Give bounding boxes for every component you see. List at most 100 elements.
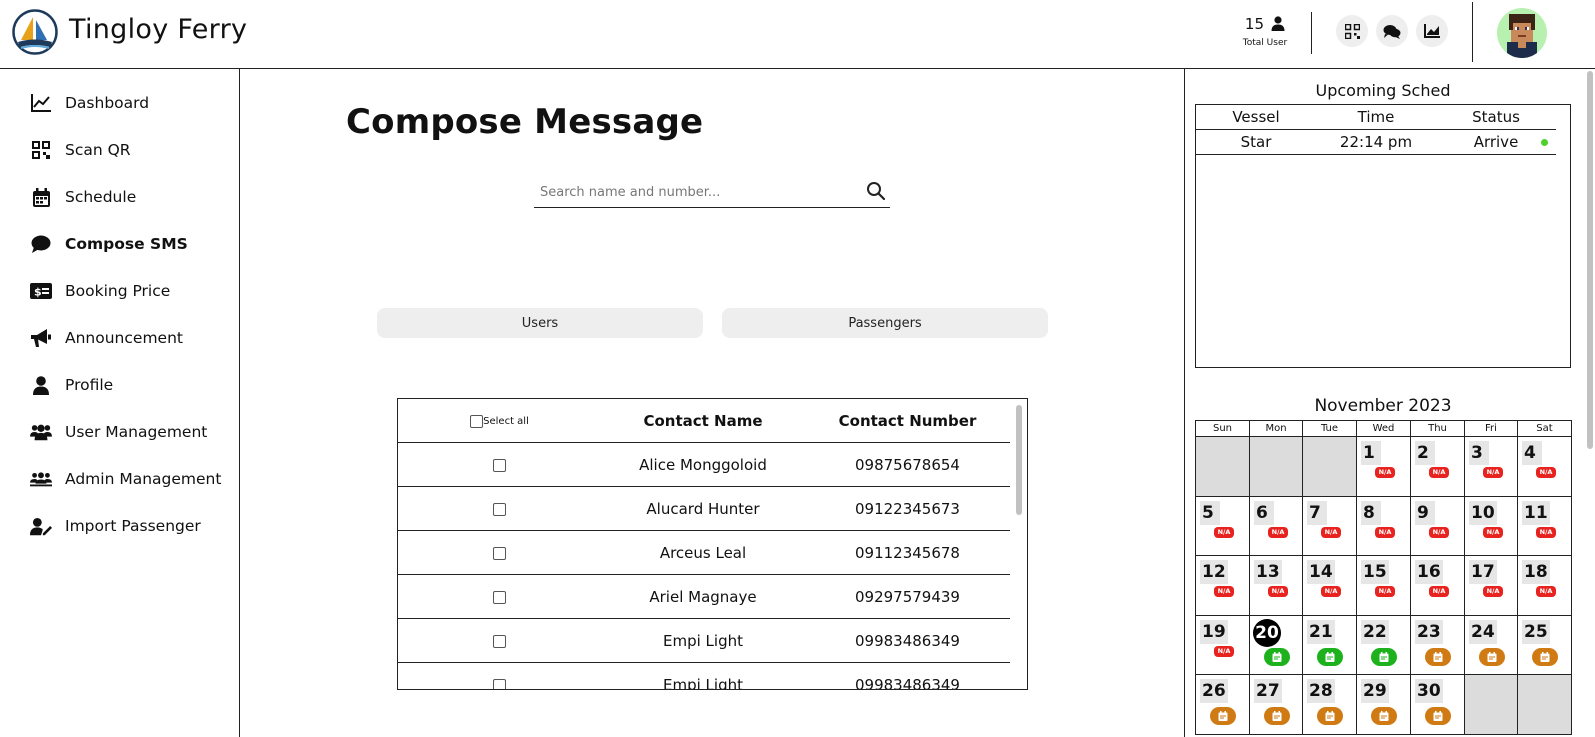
sidebar-item-user-management[interactable]: User Management	[30, 420, 207, 444]
calendar-day[interactable]: 16 N/A	[1410, 555, 1465, 616]
calendar-day[interactable]: 1 N/A	[1356, 436, 1411, 497]
tab-users[interactable]: Users	[377, 308, 703, 338]
calendar-day[interactable]: 6 N/A	[1249, 496, 1303, 557]
users-icon	[30, 421, 52, 443]
calendar-day[interactable]: 23	[1410, 615, 1465, 676]
table-row: Alucard Hunter 09122345673	[398, 487, 1010, 531]
contacts-table: Select all Contact Name Contact Number A…	[397, 398, 1028, 690]
date-number: 3	[1469, 441, 1489, 465]
calendar-day[interactable]: 8 N/A	[1356, 496, 1411, 557]
sidebar-item-dashboard[interactable]: Dashboard	[30, 91, 149, 115]
sidebar-item-label: Scan QR	[65, 141, 131, 159]
calendar-day[interactable]: 10 N/A	[1464, 496, 1518, 557]
calendar-day[interactable]: 17 N/A	[1464, 555, 1518, 616]
sidebar-item-admin-management[interactable]: Admin Management	[30, 467, 221, 491]
sidebar-item-scan-qr[interactable]: Scan QR	[30, 138, 131, 162]
sidebar-item-import-passenger[interactable]: Import Passenger	[30, 514, 201, 538]
date-number: 2	[1415, 441, 1435, 465]
row-checkbox[interactable]	[493, 502, 506, 516]
schedule-calendar-icon	[1479, 648, 1505, 666]
contact-name: Empi Light	[663, 676, 743, 690]
schedule-calendar-icon	[1264, 648, 1290, 666]
sidebar-item-profile[interactable]: Profile	[30, 373, 113, 397]
sidebar-item-announcement[interactable]: Announcement	[30, 326, 183, 350]
calendar-day[interactable]: 24	[1464, 615, 1518, 676]
header-status: Status	[1472, 108, 1520, 126]
select-all-cell: Select all	[398, 399, 601, 443]
row-checkbox[interactable]	[493, 634, 506, 648]
row-checkbox[interactable]	[493, 678, 506, 689]
date-number: 11	[1522, 501, 1550, 525]
schedule-calendar-icon	[1532, 648, 1558, 666]
calendar-day[interactable]: 11 N/A	[1517, 496, 1572, 557]
calendar-day[interactable]: 3 N/A	[1464, 436, 1518, 497]
date-number: 14	[1307, 560, 1335, 584]
vessel-name: Star	[1240, 133, 1272, 151]
table-scrollbar[interactable]	[1016, 405, 1022, 515]
date-number: 6	[1254, 501, 1274, 525]
sidebar-item-compose-sms[interactable]: Compose SMS	[30, 232, 188, 256]
row-checkbox[interactable]	[493, 458, 506, 472]
messages-button[interactable]	[1376, 15, 1408, 47]
date-number: 16	[1415, 560, 1443, 584]
na-badge: N/A	[1268, 586, 1288, 597]
schedule-calendar-icon	[1317, 707, 1343, 725]
sidebar-item-booking-price[interactable]: $ Booking Price	[30, 279, 170, 303]
row-checkbox[interactable]	[493, 590, 506, 604]
total-user-label: Total User	[1242, 38, 1288, 48]
status-indicator-dot	[1541, 139, 1548, 146]
calendar-day[interactable]: 29	[1356, 674, 1411, 735]
row-checkbox[interactable]	[493, 546, 506, 560]
tab-passengers[interactable]: Passengers	[722, 308, 1048, 338]
calendar-title: November 2023	[1314, 396, 1452, 416]
top-header: Tingloy Ferry 15 Total User	[0, 0, 1595, 69]
search-icon[interactable]	[866, 181, 886, 201]
date-number: 22	[1361, 620, 1389, 644]
qr-button[interactable]	[1336, 15, 1368, 47]
calendar-day[interactable]: 9 N/A	[1410, 496, 1465, 557]
calendar-day[interactable]: 13 N/A	[1249, 555, 1303, 616]
reports-button[interactable]	[1416, 15, 1448, 47]
calendar-day[interactable]: 21	[1302, 615, 1357, 676]
calendar-day[interactable]: 5 N/A	[1195, 496, 1250, 557]
date-number: 18	[1522, 560, 1550, 584]
calendar-day[interactable]: 15 N/A	[1356, 555, 1411, 616]
contact-number: 09297579439	[855, 588, 960, 606]
total-user-widget: 15 Total User	[1230, 14, 1300, 48]
calendar-day[interactable]: 30	[1410, 674, 1465, 735]
calendar-day[interactable]: 7 N/A	[1302, 496, 1357, 557]
calendar-day[interactable]: 22	[1356, 615, 1411, 676]
calendar-day[interactable]: 14 N/A	[1302, 555, 1357, 616]
calendar-day[interactable]: 26	[1195, 674, 1250, 735]
na-badge: N/A	[1483, 527, 1503, 538]
qr-icon	[1344, 23, 1360, 39]
page-scrollbar[interactable]	[1587, 71, 1593, 449]
calendar-day[interactable]: 18 N/A	[1517, 555, 1572, 616]
date-number: 7	[1307, 501, 1327, 525]
contact-number: 09983486349	[855, 632, 960, 650]
user-avatar[interactable]	[1497, 8, 1547, 58]
calendar-day[interactable]: 28	[1302, 674, 1357, 735]
calendar-day[interactable]: 19 N/A	[1195, 615, 1250, 676]
table-row: Alice Monggoloid 09875678654	[398, 443, 1010, 487]
select-all-checkbox[interactable]	[470, 414, 484, 428]
schedule-row[interactable]: Star 22:14 pm Arrive	[1196, 130, 1556, 155]
contact-number: 09122345673	[855, 500, 960, 518]
select-all[interactable]: Select all	[470, 414, 529, 428]
table-row: Arceus Leal 09112345678	[398, 531, 1010, 575]
calendar-day[interactable]: 27	[1249, 674, 1303, 735]
header-time: Time	[1357, 108, 1395, 126]
qr-icon	[30, 139, 52, 161]
schedule-table: Vessel Time Status Star 22:14 pm Arrive	[1195, 104, 1571, 368]
na-badge: N/A	[1214, 527, 1234, 538]
sidebar-item-schedule[interactable]: Schedule	[30, 185, 136, 209]
schedule-header-row: Vessel Time Status	[1196, 105, 1556, 130]
calendar-day[interactable]: 2 N/A	[1410, 436, 1465, 497]
calendar-day[interactable]: 12 N/A	[1195, 555, 1250, 616]
calendar-day[interactable]: 20	[1249, 615, 1303, 676]
schedule-calendar-icon	[1317, 648, 1343, 666]
calendar-day[interactable]: 4 N/A	[1517, 436, 1572, 497]
search-input[interactable]	[534, 178, 854, 206]
calendar-day[interactable]: 25	[1517, 615, 1572, 676]
chat-icon	[1383, 24, 1401, 39]
